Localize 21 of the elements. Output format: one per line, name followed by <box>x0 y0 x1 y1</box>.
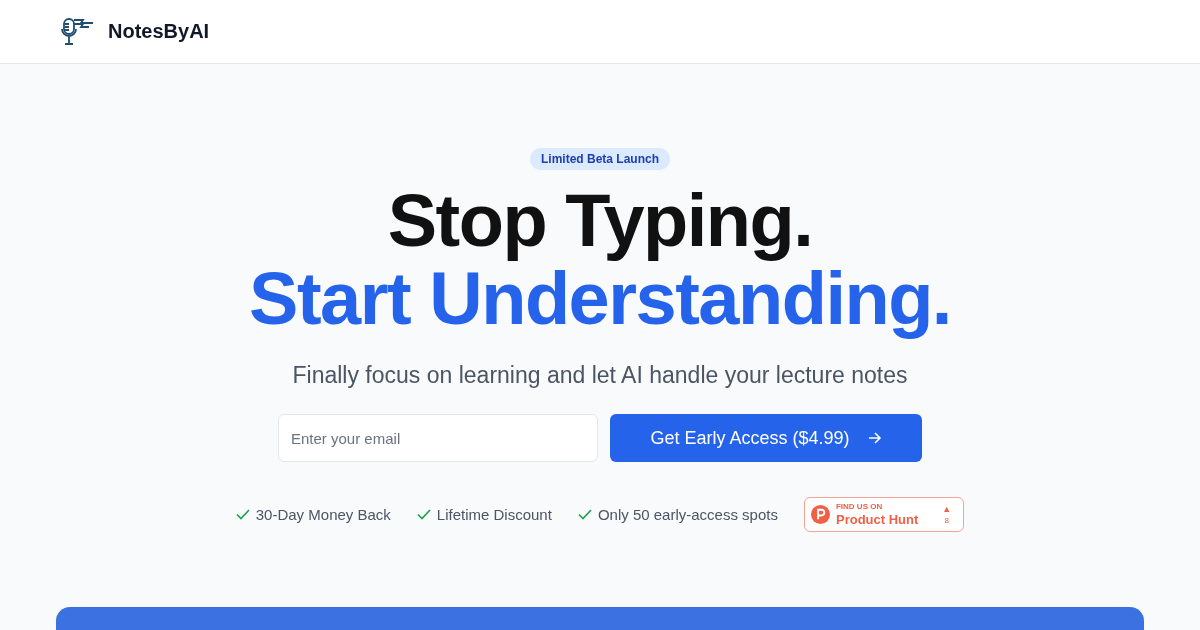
check-icon <box>416 509 431 520</box>
upvote-count: 8 <box>944 516 949 525</box>
product-hunt-name: Product Hunt <box>835 513 919 526</box>
arrow-right-icon <box>867 432 882 444</box>
check-icon <box>577 509 592 520</box>
microphone-logo-icon <box>61 16 95 47</box>
product-hunt-logo-icon <box>810 505 830 524</box>
product-hunt-badge[interactable]: FIND US ON Product Hunt ▲ 8 <box>803 497 965 532</box>
feature-text: Lifetime Discount <box>436 506 552 523</box>
feature-text: 30-Day Money Back <box>255 506 391 523</box>
email-field[interactable]: Enter your email <box>278 414 598 462</box>
subtitle: Finally focus on learning and let AI handle your lecture notes <box>292 362 908 389</box>
feature-text: Only 50 early-access spots <box>597 506 778 523</box>
check-icon <box>235 509 250 520</box>
upvote-icon: ▲ <box>942 504 952 514</box>
early-access-button[interactable]: Get Early Access ($4.99) <box>610 414 922 462</box>
brand-name[interactable]: NotesByAI <box>108 20 210 43</box>
beta-badge: Limited Beta Launch <box>530 148 670 170</box>
headline: Stop Typing. <box>387 182 813 260</box>
headline-accent: Start Understanding. <box>249 260 951 338</box>
product-hunt-caption: FIND US ON <box>835 503 884 511</box>
